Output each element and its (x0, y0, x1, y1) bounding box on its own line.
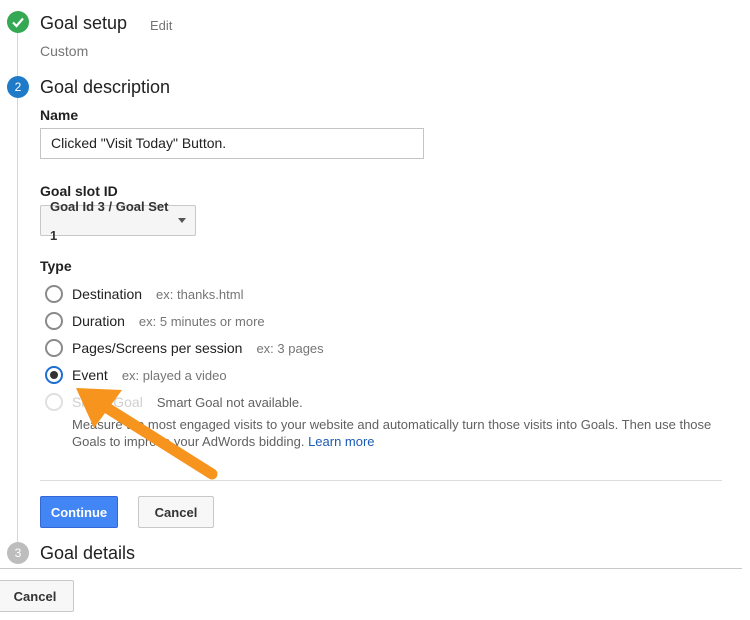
step-title-goal-description: Goal description (40, 77, 171, 97)
step-title-goal-setup: Goal setup (40, 13, 128, 33)
type-label: Type (40, 258, 72, 274)
step-rail (17, 98, 18, 544)
goal-setup-value: Custom (40, 43, 89, 59)
check-icon (7, 11, 29, 33)
goal-slot-select[interactable]: Goal Id 3 / Goal Set 1 (40, 199, 196, 243)
step-title-goal-details: Goal details (40, 543, 136, 563)
step-rail (17, 32, 18, 80)
name-label: Name (40, 107, 79, 123)
annotation-arrow-icon (76, 388, 218, 480)
type-option-label: Destination (72, 286, 143, 302)
goal-slot-value: Goal Id 3 / Goal Set 1 (50, 198, 169, 243)
type-option-label: Duration (72, 313, 125, 329)
continue-button[interactable]: Continue (40, 496, 118, 528)
type-option-hint: ex: thanks.html (156, 286, 244, 302)
step-number-badge: 3 (7, 542, 29, 564)
type-option-label: Pages/Screens per session (72, 340, 243, 356)
bottom-cancel-button[interactable]: Cancel (0, 580, 74, 612)
radio-button[interactable] (45, 312, 63, 330)
type-option-hint: ex: 5 minutes or more (138, 313, 265, 329)
type-option-hint: ex: 3 pages (256, 340, 324, 356)
type-option-destination[interactable]: Destination ex: thanks.html (45, 285, 243, 303)
goal-name-input[interactable]: Clicked "Visit Today" Button. (40, 128, 424, 159)
radio-button[interactable] (45, 339, 63, 357)
radio-button[interactable] (45, 285, 63, 303)
edit-link[interactable]: Edit (150, 18, 172, 33)
learn-more-link[interactable]: Learn more (308, 434, 374, 449)
type-option-pages[interactable]: Pages/Screens per session ex: 3 pages (45, 339, 324, 357)
step-number-badge: 2 (7, 76, 29, 98)
footer-divider (0, 568, 742, 569)
cancel-button[interactable]: Cancel (138, 496, 214, 528)
type-option-duration[interactable]: Duration ex: 5 minutes or more (45, 312, 265, 330)
caret-down-icon (178, 218, 186, 223)
